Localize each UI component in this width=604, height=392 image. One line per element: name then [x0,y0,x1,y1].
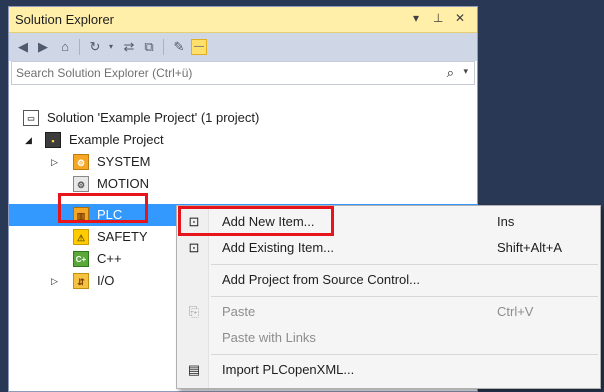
search-input[interactable] [16,65,436,81]
tree-node-project[interactable]: ◢ ▪ Example Project [9,129,477,151]
tree-node-motion[interactable]: ⚙ MOTION [9,173,477,195]
menu-item-import-plcopenxml[interactable]: ▤ Import PLCopenXML... [177,358,600,382]
solution-label: Solution 'Example Project' (1 project) [47,110,260,125]
project-label: Example Project [69,132,164,147]
menu-item-label: Add Project from Source Control... [222,272,420,287]
tree-node-system[interactable]: ▷ ⚙ SYSTEM [9,151,477,173]
pin-icon[interactable]: ⊥ [433,11,443,25]
expanded-arrow-icon[interactable]: ◢ [25,129,32,151]
tree-node-label: SAFETY [97,229,148,244]
solution-icon: ▭ [23,110,39,126]
tree-node-solution[interactable]: ▭ Solution 'Example Project' (1 project) [9,107,477,129]
tree-node-label: I/O [97,273,115,288]
forward-icon[interactable]: ▶ [35,39,51,55]
sync-icon[interactable]: ↻ [87,39,103,55]
close-icon[interactable]: ✕ [455,11,465,25]
menu-item-label: Add Existing Item... [222,240,334,255]
panel-titlebar: Solution Explorer ▾ ⊥ ✕ [9,7,477,33]
search-options-chevron-icon[interactable]: ▾ [463,66,468,77]
tree-node-label: SYSTEM [97,154,151,169]
panel-title: Solution Explorer [15,12,114,27]
menu-item-label: Paste with Links [222,330,316,345]
collapsed-arrow-icon[interactable]: ▷ [51,270,58,292]
search-box: ⌕ ▾ [11,61,475,85]
safety-icon: ⚠ [73,229,89,245]
pin-toggle-icon[interactable]: — [191,39,207,55]
menu-item-paste-with-links[interactable]: Paste with Links [177,326,600,350]
cpp-icon: C+ [73,251,89,267]
add-existing-item-icon: ⊡ [188,240,200,255]
menu-item-label: Paste [222,304,256,319]
menu-separator [211,296,598,297]
tree-node-label: C++ [97,251,122,266]
collapsed-arrow-icon[interactable]: ▷ [51,151,58,173]
chevron-down-icon[interactable]: ▾ [103,39,119,55]
plc-highlight-box [58,193,148,223]
tree-node-label: MOTION [97,176,149,191]
io-icon: ⇵ [73,273,89,289]
home-icon[interactable]: ⌂ [57,39,73,55]
paste-icon: ⎘ [188,304,200,319]
system-icon: ⚙ [73,154,89,170]
toolbar-separator [163,39,164,55]
back-icon[interactable]: ◀ [15,39,31,55]
collapse-all-icon[interactable]: ⧉ [141,39,157,55]
import-xml-icon: ▤ [187,362,201,377]
menu-separator [211,354,598,355]
menu-item-shortcut: Shift+Alt+A [497,240,563,255]
dropdown-arrow-icon[interactable]: ▾ [413,11,419,25]
menu-item-shortcut: Ctrl+V [497,304,534,319]
explorer-toolbar: ◀ ▶ ⌂ ↻ ▾ ⇄ ⧉ ✎ — [9,33,477,61]
search-icon[interactable]: ⌕ [447,65,454,81]
project-icon: ▪ [45,132,61,148]
motion-icon: ⚙ [73,176,89,192]
toolbar-separator [79,39,80,55]
menu-item-shortcut: Ins [497,214,515,229]
menu-separator [211,264,598,265]
menu-item-add-existing-item[interactable]: ⊡ Add Existing Item... Shift+Alt+A [177,236,600,260]
refresh-icon[interactable]: ⇄ [121,39,137,55]
add-new-item-highlight-box [178,206,334,236]
properties-icon[interactable]: ✎ [171,39,187,55]
menu-item-add-from-source-control[interactable]: Add Project from Source Control... [177,268,600,292]
menu-item-label: Import PLCopenXML... [222,362,355,377]
menu-item-paste[interactable]: ⎘ Paste Ctrl+V [177,300,600,324]
